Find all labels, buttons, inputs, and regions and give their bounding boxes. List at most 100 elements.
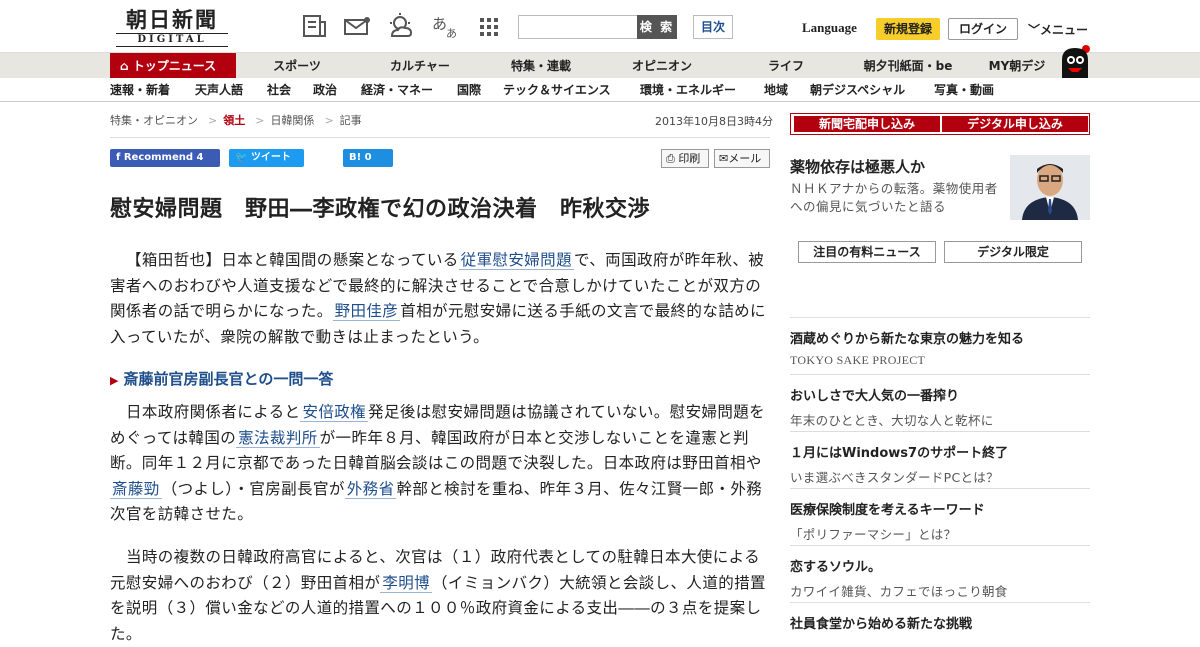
list-item[interactable]: おいしさで大人気の一番搾り年末のひととき、大切な人と乾杯に bbox=[790, 374, 1090, 429]
tab-digital-only[interactable]: デジタル限定 bbox=[944, 241, 1082, 263]
article-paragraph: 日本政府関係者によると 安倍政権 発足後は慰安婦問題は協議されていない。慰安婦問題を… bbox=[110, 400, 770, 528]
breadcrumb-item[interactable]: 特集・オピニオン bbox=[110, 114, 198, 127]
nav2-item-tech[interactable]: テック＆サイエンス bbox=[503, 78, 611, 102]
breadcrumb-separator-icon: > bbox=[324, 114, 334, 127]
logo-jp: 朝日新聞 bbox=[126, 7, 218, 32]
nav-item-life[interactable]: ライフ bbox=[758, 53, 814, 79]
signup-button[interactable]: 新規登録 bbox=[876, 18, 940, 40]
primary-nav: ⌂ トップニュース スポーツ カルチャー 特集・連載 オピニオン ライフ 朝夕刊… bbox=[0, 52, 1200, 79]
promo-description: ＮＨＫアナからの転落。薬物使用者への偏見に気づいたと語る bbox=[790, 181, 998, 214]
tweet-button[interactable]: 🐦 ツイート bbox=[229, 149, 304, 167]
nav-item-sports[interactable]: スポーツ bbox=[262, 53, 332, 79]
list-item[interactable]: １月にはWindows7のサポート終了 いま選ぶべきスタンダードPCとは？ bbox=[790, 431, 1090, 486]
secondary-nav: 速報・新着 天声人語 社会 政治 経済・マネー 国際 テック＆サイエンス 環境・… bbox=[0, 78, 1200, 102]
chevron-down-icon: ﹀ bbox=[1028, 23, 1041, 37]
print-button[interactable]: ⎙ 印刷 bbox=[661, 149, 709, 168]
search-input[interactable] bbox=[518, 15, 638, 39]
list-item-subtitle: 年末のひととき、大切な人と乾杯に bbox=[790, 413, 994, 428]
nav2-item-special[interactable]: 朝デジスペシャル bbox=[810, 78, 905, 102]
breadcrumb-item[interactable]: 領土 bbox=[223, 114, 245, 127]
list-item-subtitle: いま選ぶべきスタンダードPCとは？ bbox=[790, 470, 999, 485]
breadcrumb-separator-icon: > bbox=[255, 114, 265, 127]
language-link[interactable]: Language bbox=[802, 20, 857, 36]
nav-item-culture[interactable]: カルチャー bbox=[380, 53, 460, 79]
grid-menu-icon[interactable] bbox=[474, 12, 504, 40]
apply-paper-button[interactable]: 新聞宅配申し込み bbox=[794, 116, 940, 132]
list-item-title: 酒蔵めぐりから新たな東京の魅力を知る bbox=[790, 332, 1025, 347]
related-interview-link[interactable]: ▶ 斎藤前官房副長官との一問一答 bbox=[110, 368, 333, 389]
tab-paid-news[interactable]: 注目の有料ニュース bbox=[798, 241, 936, 263]
nav-item-opinion[interactable]: オピニオン bbox=[622, 53, 702, 79]
svg-text:あ: あ bbox=[446, 27, 457, 40]
keyword-link[interactable]: 外務省 bbox=[344, 479, 397, 499]
article-paragraph: 【箱田哲也】日本と韓国間の懸案となっている 従軍慰安婦問題 で、両国政府が昨年秋、被… bbox=[110, 248, 770, 350]
keyword-link[interactable]: 野田佳彦 bbox=[332, 302, 401, 321]
list-item-title: 恋するソウル。 bbox=[790, 560, 882, 575]
menu-button[interactable]: ﹀メニュー bbox=[1028, 21, 1088, 38]
nav-item-my-asadigi[interactable]: MY朝デジ bbox=[982, 53, 1052, 79]
twitter-icon: 🐦 bbox=[235, 152, 248, 163]
breadcrumb-item[interactable]: 日韓関係 bbox=[270, 114, 314, 127]
nav-top-news[interactable]: ⌂ トップニュース bbox=[110, 53, 236, 79]
site-header: 朝日新聞 DIGITAL ああ 検 索 目次 Language 新規登録 ログイ… bbox=[0, 0, 1200, 52]
keyword-link[interactable]: 李明博 bbox=[380, 573, 433, 593]
facebook-count: 4 bbox=[196, 152, 204, 163]
hatena-bookmark-button[interactable]: B! 0 bbox=[343, 149, 393, 167]
nav2-item-economy[interactable]: 経済・マネー bbox=[361, 78, 433, 102]
mascot-icon[interactable] bbox=[1058, 44, 1092, 80]
list-item-title: １月にはWindows7のサポート終了 bbox=[790, 446, 1009, 461]
apply-digital-button[interactable]: デジタル申し込み bbox=[942, 116, 1088, 132]
nav-item-features[interactable]: 特集・連載 bbox=[500, 53, 582, 79]
nav-item-newspaper[interactable]: 朝夕刊紙面・be bbox=[858, 53, 958, 79]
paragraph-text: 【箱田哲也】日本と韓国間の懸案となっている bbox=[126, 251, 459, 269]
mail-magazine-icon[interactable] bbox=[342, 12, 372, 40]
nav-top-label: トップニュース bbox=[132, 59, 217, 73]
printer-icon: ⎙ bbox=[666, 152, 675, 165]
keyword-link[interactable]: 安倍政権 bbox=[300, 403, 369, 422]
promo-title[interactable]: 薬物依存は極悪人か bbox=[790, 156, 925, 177]
list-item-subtitle: カワイイ雑貨、カフェでほっこり朝食 bbox=[790, 584, 1008, 599]
list-item-subtitle: TOKYO SAKE PROJECT bbox=[790, 353, 926, 367]
nav2-item-society[interactable]: 社会 bbox=[267, 78, 291, 102]
svg-text:あ: あ bbox=[432, 15, 447, 33]
list-item[interactable]: 社員食堂から始める新たな挑戦 bbox=[790, 602, 1090, 632]
print-label: 印刷 bbox=[678, 152, 701, 165]
hatena-count: 0 bbox=[364, 152, 372, 163]
divider bbox=[110, 137, 770, 138]
list-item[interactable]: 酒蔵めぐりから新たな東京の魅力を知る TOKYO SAKE PROJECT bbox=[790, 317, 1090, 368]
list-item[interactable]: 医療保険制度を考えるキーワード 「ポリファーマシー」とは？ bbox=[790, 488, 1090, 543]
keyword-link[interactable]: 斎藤勁 bbox=[110, 479, 162, 499]
login-button[interactable]: ログイン bbox=[948, 18, 1018, 40]
logo-en: DIGITAL bbox=[116, 33, 228, 47]
nav2-item-environment[interactable]: 環境・エネルギー bbox=[640, 78, 736, 102]
hatena-label: B! bbox=[349, 152, 362, 163]
font-size-icon[interactable]: ああ bbox=[430, 12, 460, 40]
article-paragraph: 当時の複数の日韓政府高官によると、次官は（１）政府代表としての駐韓日本大使による… bbox=[110, 545, 770, 647]
list-item-title: 医療保険制度を考えるキーワード bbox=[790, 503, 985, 518]
list-item[interactable]: 恋するソウル。カワイイ雑貨、カフェでほっこり朝食 bbox=[790, 545, 1090, 600]
publish-date: 2013年10月8日3時4分 bbox=[655, 115, 773, 128]
index-button[interactable]: 目次 bbox=[693, 15, 733, 39]
weather-icon[interactable] bbox=[386, 12, 416, 40]
facebook-recommend-button[interactable]: f Recommend 4 bbox=[110, 149, 220, 167]
promo-photo[interactable] bbox=[1010, 155, 1090, 220]
arrow-right-icon: ▶ bbox=[110, 374, 119, 387]
paper-icon[interactable] bbox=[300, 12, 330, 40]
site-logo[interactable]: 朝日新聞 DIGITAL bbox=[116, 8, 228, 47]
paragraph-text: 日本政府関係者によると bbox=[126, 403, 301, 421]
search-button[interactable]: 検 索 bbox=[637, 15, 677, 39]
list-item-subtitle: 「ポリファーマシー」とは？ bbox=[790, 527, 957, 542]
nav2-item-photo[interactable]: 写真・動画 bbox=[934, 78, 994, 102]
nav2-item-politics[interactable]: 政治 bbox=[313, 78, 337, 102]
home-icon: ⌂ bbox=[120, 59, 129, 73]
list-item-title: おいしさで大人気の一番搾り bbox=[790, 389, 960, 404]
list-item-title: 社員食堂から始める新たな挑戦 bbox=[790, 617, 973, 632]
nav2-item-international[interactable]: 国際 bbox=[457, 78, 481, 102]
nav2-item-local[interactable]: 地域 bbox=[764, 78, 788, 102]
keyword-link[interactable]: 憲法裁判所 bbox=[236, 428, 320, 448]
nav2-item-tensei[interactable]: 天声人語 bbox=[195, 78, 243, 102]
mail-button[interactable]: ✉メール bbox=[714, 149, 770, 168]
keyword-link[interactable]: 従軍慰安婦問題 bbox=[458, 251, 574, 270]
subhead-label: 斎藤前官房副長官との一問一答 bbox=[123, 370, 334, 388]
nav2-item-breaking[interactable]: 速報・新着 bbox=[110, 78, 170, 102]
